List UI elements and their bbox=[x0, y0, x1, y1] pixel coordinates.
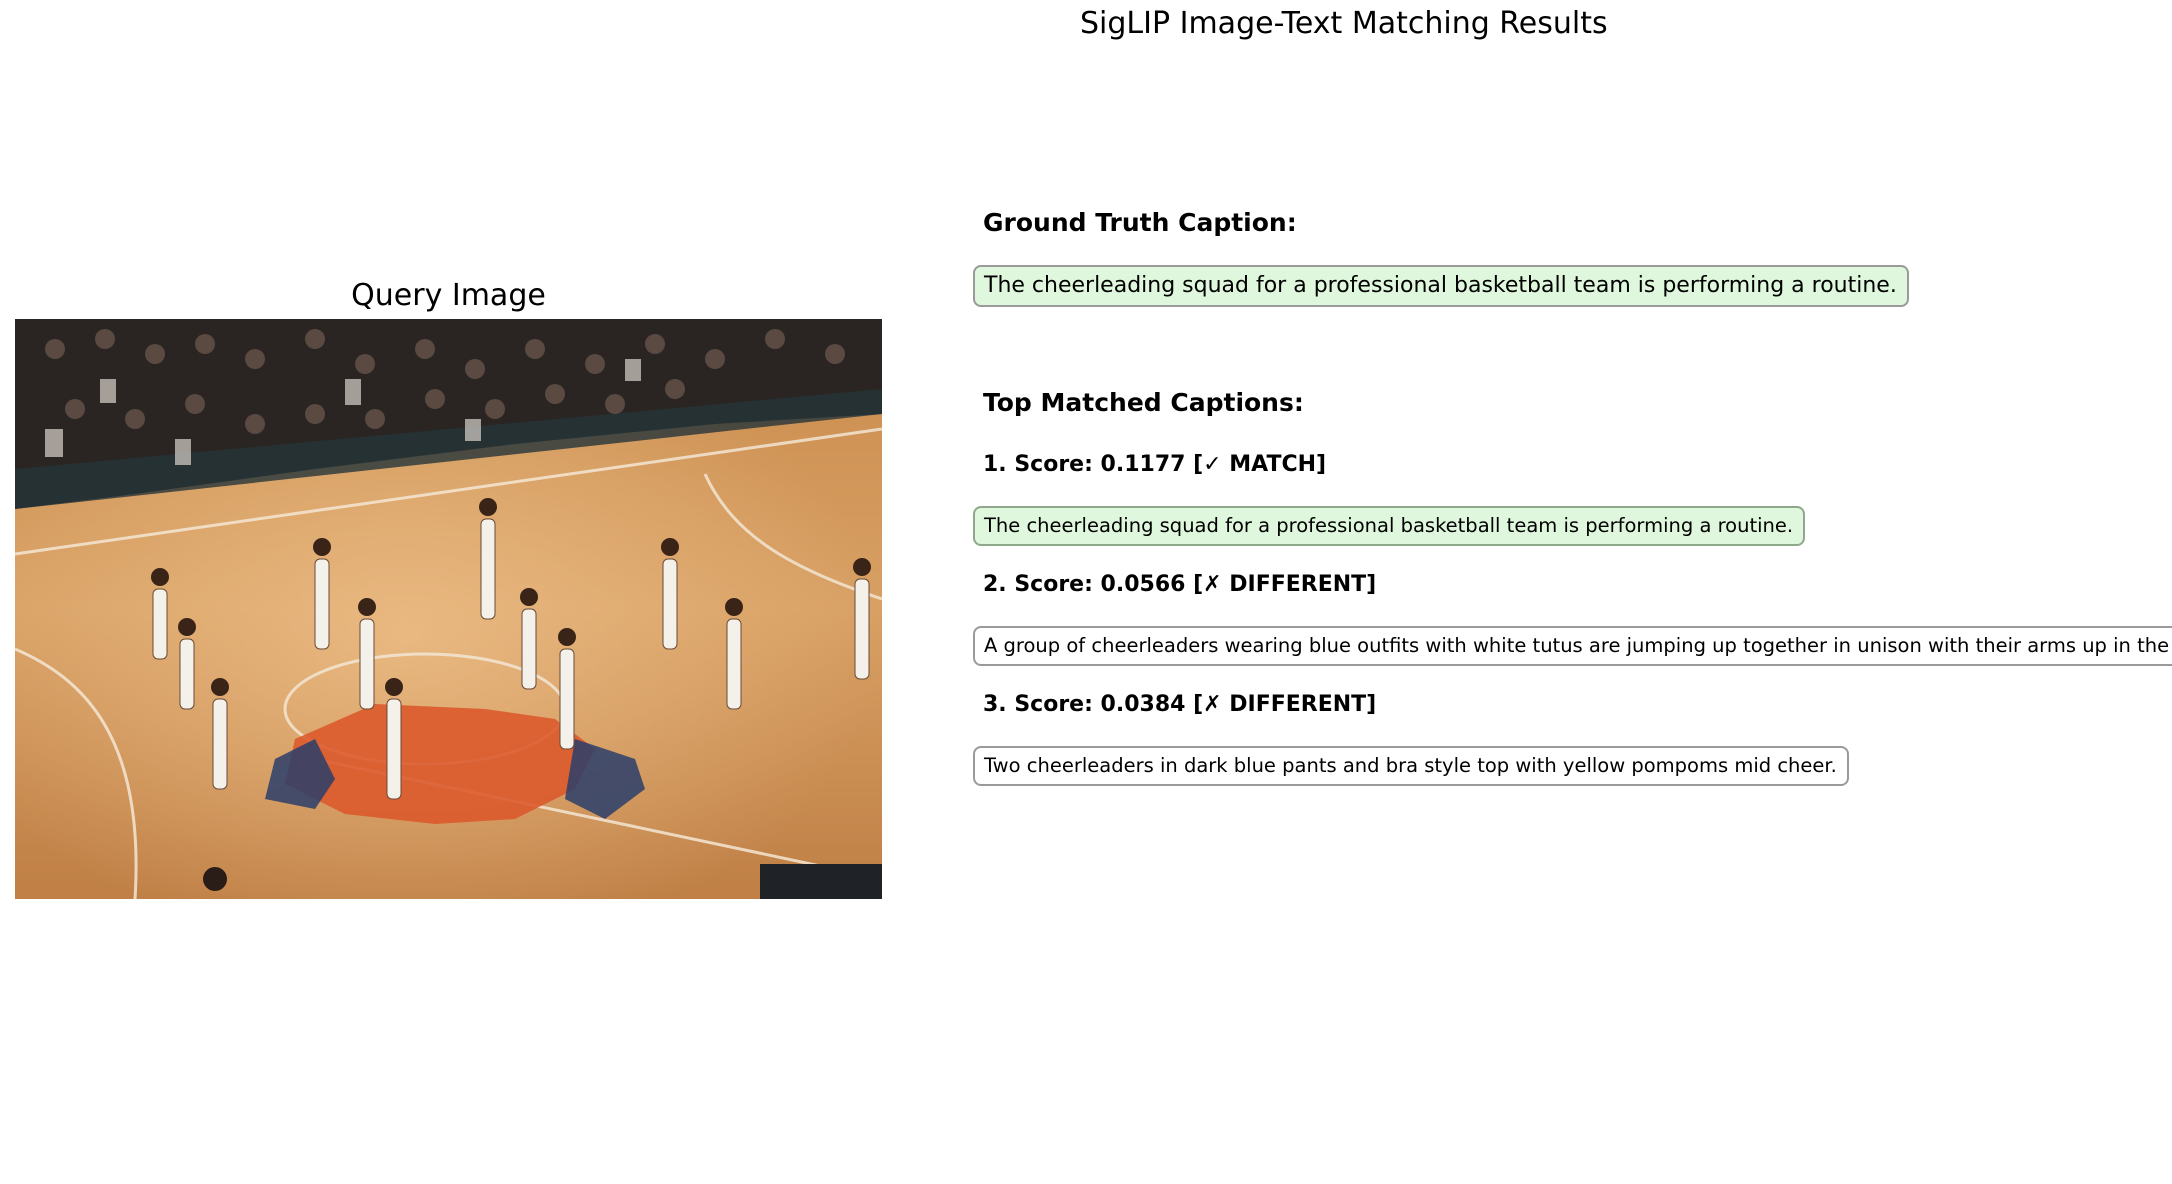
match-1-caption: The cheerleading squad for a professiona… bbox=[973, 506, 1806, 546]
figure-title: SigLIP Image-Text Matching Results bbox=[1080, 6, 1608, 41]
match-2-score: 2. Score: 0.0566 [✗ DIFFERENT] bbox=[983, 572, 1377, 597]
match-1-score: 1. Score: 0.1177 [✓ MATCH] bbox=[983, 452, 1327, 477]
ground-truth-caption: The cheerleading squad for a professiona… bbox=[973, 265, 1909, 307]
match-2-caption: A group of cheerleaders wearing blue out… bbox=[973, 626, 2172, 666]
match-3-score: 3. Score: 0.0384 [✗ DIFFERENT] bbox=[983, 692, 1377, 717]
query-image-title: Query Image bbox=[351, 278, 546, 313]
query-image bbox=[15, 319, 882, 899]
top-matches-heading: Top Matched Captions: bbox=[983, 388, 1304, 417]
ground-truth-heading: Ground Truth Caption: bbox=[983, 208, 1297, 237]
match-3-caption: Two cheerleaders in dark blue pants and … bbox=[973, 746, 1849, 786]
